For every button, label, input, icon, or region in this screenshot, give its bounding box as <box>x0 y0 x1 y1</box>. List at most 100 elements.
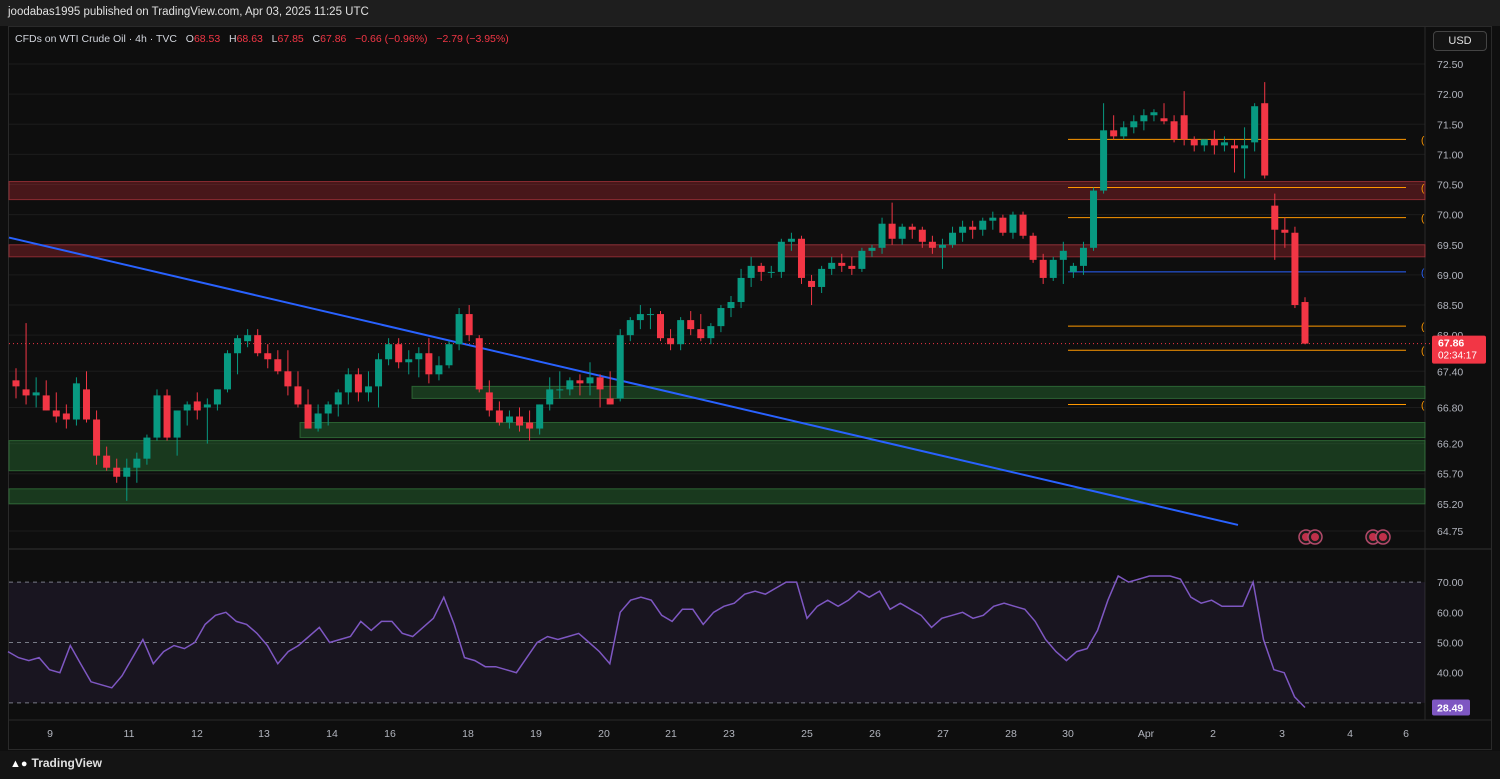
candle-body <box>1029 235 1037 260</box>
candle-body <box>828 262 836 269</box>
open-value: 68.53 <box>193 33 221 45</box>
candle-body <box>254 335 262 354</box>
currency-button[interactable]: USD <box>1433 31 1487 51</box>
candle-body <box>113 467 121 477</box>
candle-body <box>143 437 151 459</box>
level-label: ( <box>1421 135 1425 146</box>
candle-body <box>1140 115 1148 122</box>
price-tick-label: 71.00 <box>1437 149 1463 161</box>
price-chart-svg[interactable]: (((((((72.5072.0071.5071.0070.5070.0069.… <box>0 0 1500 779</box>
time-tick-label: 11 <box>124 728 135 740</box>
rsi-value: 28.49 <box>1437 702 1463 714</box>
time-tick-label: 21 <box>665 728 677 740</box>
candle-body <box>22 389 30 396</box>
candle-body <box>82 389 90 420</box>
level-label: ( <box>1421 322 1425 333</box>
candle-body <box>324 404 332 414</box>
candle-body <box>787 238 795 242</box>
time-tick-label: 3 <box>1279 728 1285 740</box>
candle-body <box>264 353 272 360</box>
candle-body <box>354 374 362 393</box>
candle-body <box>495 410 503 423</box>
candle-body <box>576 380 584 384</box>
candle-body <box>193 401 201 411</box>
high-value: 68.63 <box>236 33 263 45</box>
candle-body <box>1220 142 1228 146</box>
rsi-tick-label: 50.00 <box>1437 638 1463 650</box>
candle-body <box>505 416 513 423</box>
candle-body <box>334 392 342 405</box>
price-tick-label: 71.50 <box>1437 119 1463 131</box>
candle-body <box>364 386 372 393</box>
time-tick-label: 23 <box>723 728 735 740</box>
candle-body <box>999 217 1007 233</box>
level-label: ( <box>1421 214 1425 225</box>
candle-body <box>536 404 544 429</box>
rsi-tick-label: 40.00 <box>1437 668 1463 680</box>
time-tick-label: 4 <box>1347 728 1353 740</box>
candle-body <box>667 338 675 345</box>
candle-body <box>445 344 453 366</box>
support-zone <box>299 422 1426 439</box>
symbol-name: CFDs on WTI Crude Oil · 4h · TVC <box>15 33 178 45</box>
bar-countdown: 02:34:17 <box>1438 351 1477 362</box>
candle-body <box>1271 205 1279 230</box>
candle-body <box>52 410 60 417</box>
candle-body <box>888 223 896 239</box>
candle-body <box>516 416 524 426</box>
candle-body <box>878 223 886 248</box>
support-zone <box>8 440 1426 472</box>
candle-body <box>808 280 816 287</box>
candle-body <box>959 226 967 233</box>
price-tick-label: 69.00 <box>1437 270 1463 282</box>
candle-body <box>1241 145 1249 149</box>
candle-body <box>42 395 50 411</box>
change-value: −0.66 (−0.96%) <box>355 33 428 45</box>
support-zone <box>8 488 1426 505</box>
candle-body <box>697 329 705 339</box>
candle-body <box>707 326 715 339</box>
candle-body <box>1069 265 1077 272</box>
candle-body <box>425 353 433 375</box>
tradingview-logo[interactable]: ▲● TradingView <box>10 756 102 770</box>
candle-body <box>1039 259 1047 278</box>
candle-body <box>747 265 755 278</box>
candle-body <box>475 338 483 390</box>
candle-body <box>435 365 443 375</box>
symbol-legend: CFDs on WTI Crude Oil · 4h · TVC O68.53 … <box>15 33 509 45</box>
candle-body <box>385 344 393 360</box>
candle-body <box>163 395 171 438</box>
candle-body <box>657 314 664 339</box>
candle-body <box>1059 250 1067 260</box>
time-tick-label: 27 <box>937 728 949 740</box>
level-label: ( <box>1421 268 1425 279</box>
candle-body <box>133 458 141 468</box>
rsi-tick-label: 60.00 <box>1437 607 1463 619</box>
price-tick-label: 72.00 <box>1437 89 1463 101</box>
time-tick-label: 13 <box>258 728 270 740</box>
candle-body <box>1210 139 1218 146</box>
time-tick-label: 30 <box>1062 728 1074 740</box>
candle-body <box>1120 127 1128 137</box>
candle-body <box>203 404 211 408</box>
candle-body <box>566 380 574 390</box>
time-tick-label: 12 <box>191 728 203 740</box>
candle-body <box>949 232 957 245</box>
current-price-value: 67.86 <box>1438 338 1464 350</box>
time-tick-label: 9 <box>47 728 53 740</box>
candle-body <box>1110 130 1118 137</box>
candle-body <box>868 247 876 251</box>
candle-body <box>375 359 383 387</box>
candle-body <box>1150 112 1158 116</box>
price-tick-label: 70.00 <box>1437 210 1463 222</box>
price-tick-label: 64.75 <box>1437 526 1463 538</box>
price-tick-label: 72.50 <box>1437 59 1463 71</box>
candle-body <box>737 277 745 303</box>
candle-body <box>1049 259 1057 278</box>
candle-body <box>838 262 846 266</box>
rsi-tick-label: 70.00 <box>1437 577 1463 589</box>
time-tick-label: 16 <box>384 728 396 740</box>
candle-body <box>646 314 654 316</box>
candle-body <box>1160 118 1168 122</box>
time-tick-label: 18 <box>462 728 474 740</box>
